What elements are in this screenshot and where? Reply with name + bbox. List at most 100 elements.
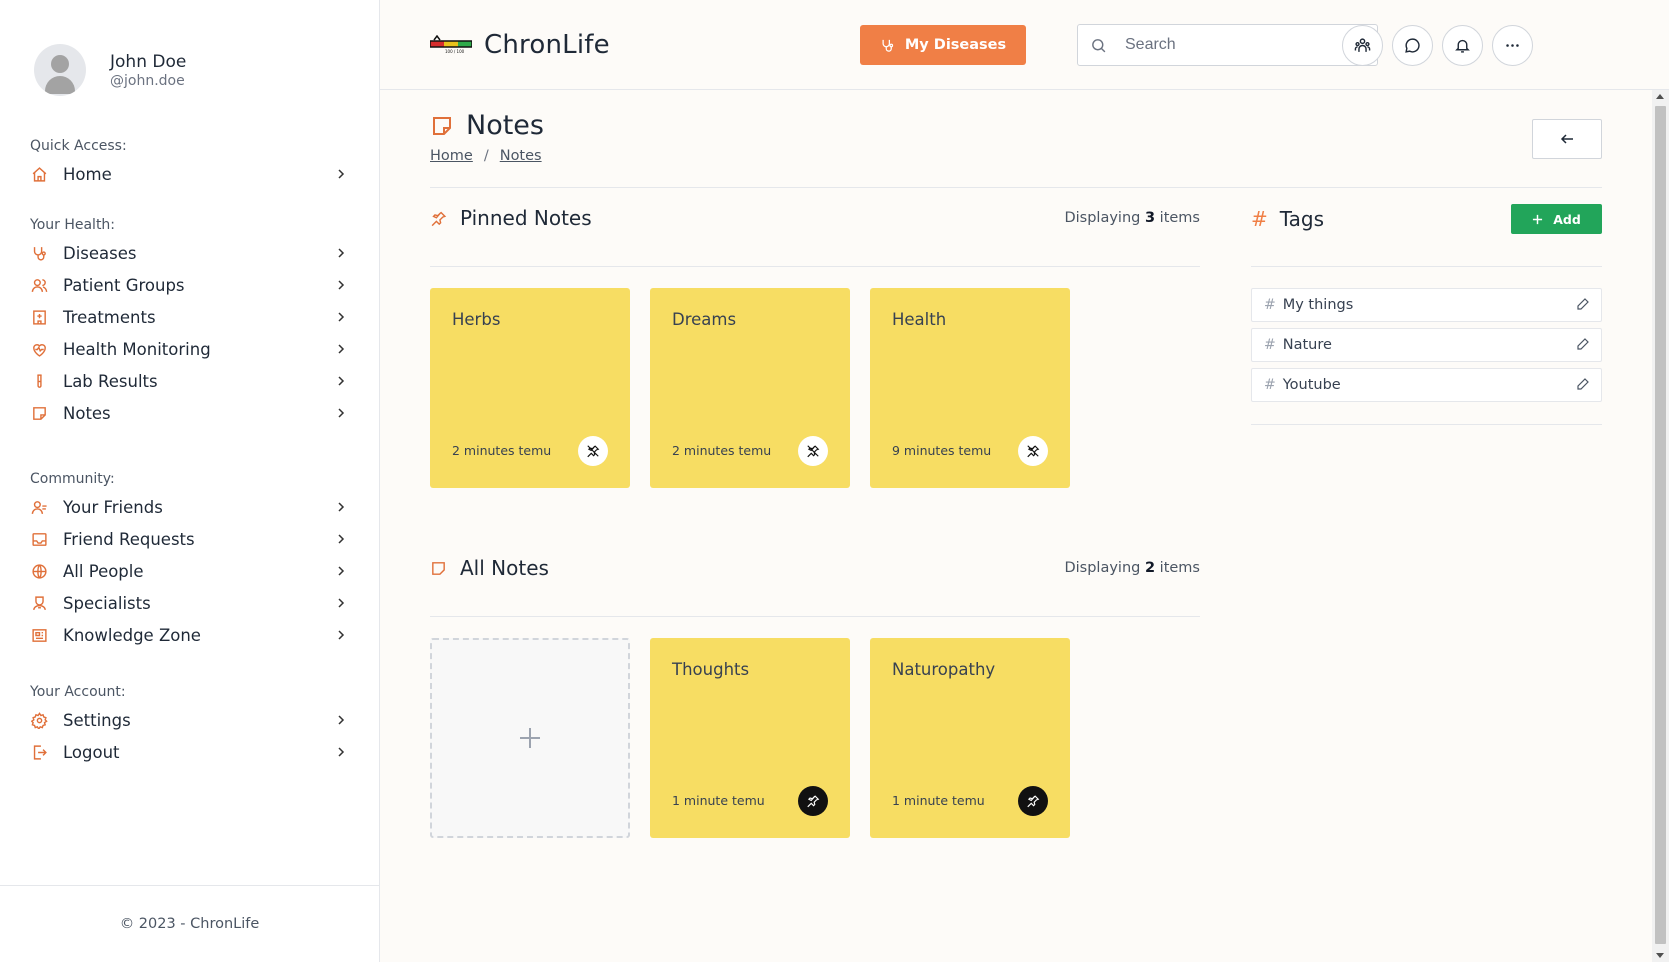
unpin-button[interactable] [578, 436, 608, 466]
sidebar-item-diseases[interactable]: Diseases [30, 237, 348, 269]
breadcrumb-notes[interactable]: Notes [500, 148, 542, 164]
newspaper-icon [30, 626, 48, 644]
community-icon [1354, 38, 1371, 52]
edit-tag-button[interactable] [1577, 338, 1591, 352]
sidebar-item-all-people[interactable]: All People [30, 555, 348, 587]
divider [1251, 424, 1602, 425]
nav-heading: Your Health: [30, 217, 116, 233]
chevron-right-icon [334, 167, 348, 181]
breadcrumb: Home / Notes [430, 148, 542, 164]
edit-tag-button[interactable] [1577, 298, 1591, 312]
sidebar-item-settings[interactable]: Settings [30, 704, 348, 736]
add-note-button[interactable] [430, 638, 630, 838]
sidebar-item-patient-groups[interactable]: Patient Groups [30, 269, 348, 301]
sidebar-item-label: Treatments [63, 307, 156, 327]
sidebar-item-lab-results[interactable]: Lab Results [30, 365, 348, 397]
note-card[interactable]: Naturopathy 1 minute temu [870, 638, 1070, 838]
logo-text: ChronLife [484, 30, 610, 60]
hash-icon: # [1251, 207, 1268, 231]
user-handle: @john.doe [110, 72, 185, 89]
edit-tag-button[interactable] [1577, 378, 1591, 392]
sidebar-item-treatments[interactable]: Treatments [30, 301, 348, 333]
test-tube-icon [30, 372, 48, 390]
tags-title: Tags [1279, 207, 1325, 231]
logo[interactable]: 100 / 100 ChronLife [429, 30, 610, 60]
pinned-count: Displaying 3 items [1064, 210, 1200, 226]
note-outline-icon [432, 561, 445, 575]
section-title: All Notes [460, 556, 549, 580]
divider [430, 187, 1602, 188]
main-content: Notes Home / Notes Pinned Notes Displayi… [380, 90, 1652, 962]
pin-button[interactable] [1018, 786, 1048, 816]
nav-section-community: Community: Your Friends Friend Requests … [30, 471, 348, 651]
note-card[interactable]: Herbs 2 minutes temu [430, 288, 630, 488]
pin-icon [807, 795, 820, 808]
sidebar-item-home[interactable]: Home [30, 158, 348, 190]
sidebar-item-label: Settings [63, 710, 131, 730]
user-check-icon [30, 498, 48, 516]
page-title: Notes [466, 110, 544, 141]
note-time: 2 minutes temu [452, 443, 552, 458]
sidebar-item-label: Notes [63, 403, 111, 423]
scrollbar-thumb[interactable] [1655, 106, 1666, 944]
chat-button[interactable] [1392, 25, 1433, 66]
unpin-button[interactable] [1018, 436, 1048, 466]
tag-label: My things [1282, 297, 1354, 313]
note-card[interactable]: Health 9 minutes temu [870, 288, 1070, 488]
breadcrumb-home[interactable]: Home [430, 148, 473, 164]
bell-icon [1455, 39, 1470, 53]
notifications-button[interactable] [1442, 25, 1483, 66]
sidebar-item-notes[interactable]: Notes [30, 397, 348, 429]
note-title: Herbs [452, 310, 501, 329]
sidebar-item-your-friends[interactable]: Your Friends [30, 491, 348, 523]
more-icon [1506, 44, 1519, 47]
all-notes-header: All Notes Displaying 2 items [430, 556, 1200, 580]
user-profile[interactable]: John Doe @john.doe [34, 44, 186, 96]
community-button[interactable] [1342, 25, 1383, 66]
sidebar-item-friend-requests[interactable]: Friend Requests [30, 523, 348, 555]
nav-heading: Quick Access: [30, 138, 127, 154]
pencil-icon [1577, 378, 1589, 390]
back-button[interactable] [1532, 119, 1602, 159]
my-diseases-button[interactable]: My Diseases [860, 25, 1026, 65]
note-card[interactable]: Thoughts 1 minute temu [650, 638, 850, 838]
sidebar-item-logout[interactable]: Logout [30, 736, 348, 768]
scroll-up-arrow-icon[interactable] [1656, 94, 1664, 99]
chevron-right-icon [334, 278, 348, 292]
search-input[interactable] [1125, 36, 1345, 54]
tag-item[interactable]: # Youtube [1251, 368, 1602, 402]
note-time: 2 minutes temu [672, 443, 772, 458]
sidebar-item-label: Home [63, 164, 112, 184]
divider [430, 616, 1200, 617]
note-icon [433, 116, 451, 135]
add-tag-button[interactable]: Add [1511, 204, 1602, 234]
note-time: 9 minutes temu [892, 443, 992, 458]
all-count: Displaying 2 items [1064, 560, 1200, 576]
vertical-scrollbar[interactable] [1652, 90, 1669, 962]
more-button[interactable] [1492, 25, 1533, 66]
plus-icon [520, 728, 540, 748]
sidebar-item-knowledge-zone[interactable]: Knowledge Zone [30, 619, 348, 651]
tag-label: Youtube [1282, 377, 1341, 393]
users-icon [30, 276, 48, 294]
chevron-right-icon [334, 745, 348, 759]
pin-button[interactable] [798, 786, 828, 816]
chevron-right-icon [334, 500, 348, 514]
pin-icon [431, 211, 447, 226]
scroll-down-arrow-icon[interactable] [1656, 953, 1664, 958]
sidebar-item-health-monitoring[interactable]: Health Monitoring [30, 333, 348, 365]
pin-icon [1027, 795, 1040, 808]
note-card[interactable]: Dreams 2 minutes temu [650, 288, 850, 488]
unpin-button[interactable] [798, 436, 828, 466]
tag-item[interactable]: # Nature [1251, 328, 1602, 362]
tag-item[interactable]: # My things [1251, 288, 1602, 322]
top-header: 100 / 100 ChronLife My Diseases [380, 0, 1669, 90]
arrow-left-icon [1560, 134, 1573, 144]
hospital-icon [30, 308, 48, 326]
pencil-icon [1577, 338, 1589, 350]
search-box[interactable] [1077, 24, 1378, 66]
chevron-right-icon [334, 374, 348, 388]
sidebar-item-specialists[interactable]: Specialists [30, 587, 348, 619]
stethoscope-icon [882, 39, 893, 52]
search-icon [1092, 38, 1106, 52]
